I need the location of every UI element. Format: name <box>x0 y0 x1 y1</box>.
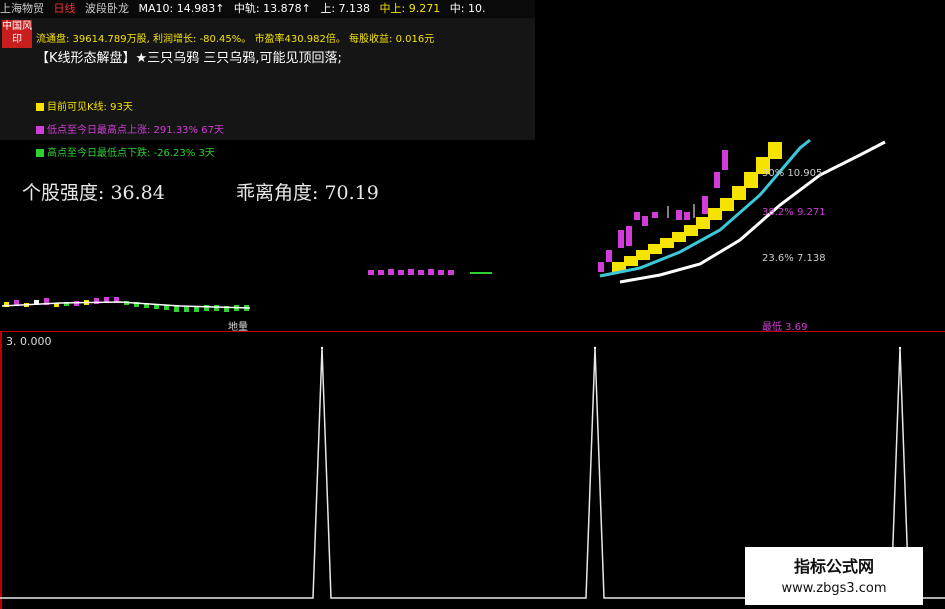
rally-band <box>612 142 782 272</box>
watermark: 指标公式网 www.zbgs3.com <box>745 547 923 605</box>
panel-separator <box>0 331 945 332</box>
blank-region <box>250 276 695 336</box>
fib-level-382: 38.2% 9.271 <box>762 207 826 218</box>
watermark-title: 指标公式网 <box>793 557 874 576</box>
middle-candles <box>368 269 492 275</box>
fib-level-236: 23.6% 7.138 <box>762 253 826 264</box>
signal-peak-point <box>898 346 902 350</box>
fib-level-50: 50% 10.905 <box>762 168 823 179</box>
signal-peak-point <box>320 346 324 350</box>
left-candles <box>1 297 251 312</box>
signal-peak-point <box>593 346 597 350</box>
watermark-url: www.zbgs3.com <box>781 581 887 596</box>
